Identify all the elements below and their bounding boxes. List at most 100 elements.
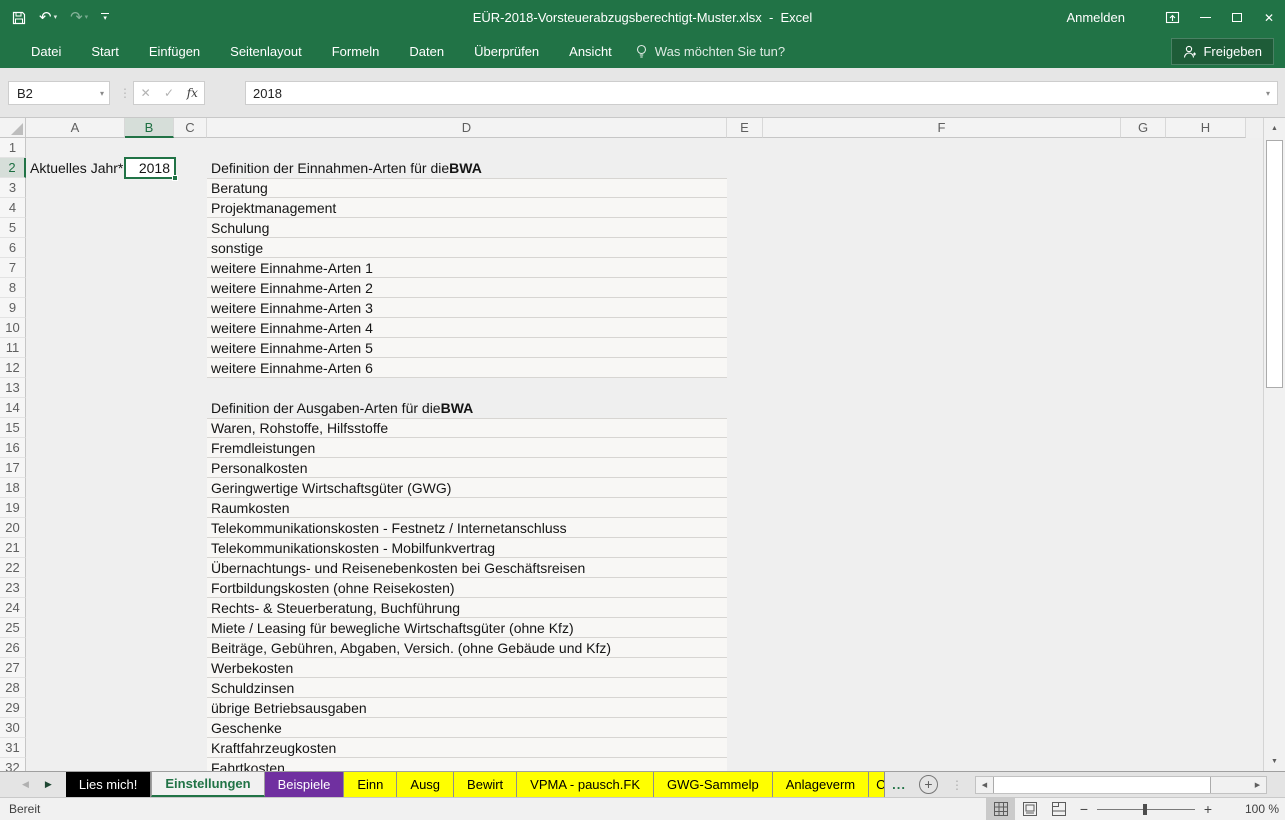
ribbon-tab-start[interactable]: Start xyxy=(76,35,133,68)
row-number-2[interactable]: 2 xyxy=(0,158,26,178)
undo-dropdown-icon[interactable]: ▾ xyxy=(54,14,58,21)
cell-d18[interactable]: Geringwertige Wirtschaftsgüter (GWG) xyxy=(207,478,727,498)
cell-d24[interactable]: Rechts- & Steuerberatung, Buchführung xyxy=(207,598,727,618)
row-number-9[interactable]: 9 xyxy=(0,298,26,318)
close-button[interactable]: ✕ xyxy=(1253,0,1285,35)
horizontal-scrollbar[interactable]: ◀ ▶ xyxy=(975,776,1267,794)
scroll-up-icon[interactable]: ▲ xyxy=(1264,119,1285,137)
sheet-tab-einstellungen[interactable]: Einstellungen xyxy=(151,772,264,797)
cell-d32[interactable]: Fahrtkosten xyxy=(207,758,727,771)
cell-d30[interactable]: Geschenke xyxy=(207,718,727,738)
column-header-b[interactable]: B xyxy=(125,118,174,138)
row-number-17[interactable]: 17 xyxy=(0,458,26,478)
cell-d20[interactable]: Telekommunikationskosten - Festnetz / In… xyxy=(207,518,727,538)
share-button[interactable]: Freigeben xyxy=(1171,38,1274,65)
zoom-in-button[interactable]: + xyxy=(1197,801,1219,817)
page-layout-view-icon[interactable] xyxy=(1015,798,1044,820)
cell-d16[interactable]: Fremdleistungen xyxy=(207,438,727,458)
name-box-dropdown-icon[interactable]: ▾ xyxy=(100,89,104,98)
row-number-21[interactable]: 21 xyxy=(0,538,26,558)
column-header-g[interactable]: G xyxy=(1121,118,1166,138)
cell-d14-heading[interactable]: Definition der Ausgaben-Arten für die BW… xyxy=(207,398,727,418)
cell-d19[interactable]: Raumkosten xyxy=(207,498,727,518)
column-header-a[interactable]: A xyxy=(26,118,125,138)
row-number-12[interactable]: 12 xyxy=(0,358,26,378)
zoom-slider[interactable] xyxy=(1097,809,1195,810)
worksheet-grid[interactable]: 1234567891011121314151617181920212223242… xyxy=(0,138,1263,771)
sheet-tab-bewirt[interactable]: Bewirt xyxy=(454,772,517,797)
horizontal-scroll-thumb[interactable] xyxy=(993,777,1211,793)
cell-d11[interactable]: weitere Einnahme-Arten 5 xyxy=(207,338,727,358)
zoom-level[interactable]: 100 % xyxy=(1227,802,1279,816)
sheet-tab-ausg[interactable]: Ausg xyxy=(397,772,454,797)
cell-d7[interactable]: weitere Einnahme-Arten 1 xyxy=(207,258,727,278)
cell-d9[interactable]: weitere Einnahme-Arten 3 xyxy=(207,298,727,318)
expand-formula-bar-icon[interactable]: ▾ xyxy=(1266,89,1270,98)
cancel-entry-icon[interactable]: ✕ xyxy=(134,86,157,100)
cell-d27[interactable]: Werbekosten xyxy=(207,658,727,678)
ribbon-tab-datei[interactable]: Datei xyxy=(16,35,76,68)
ribbon-tab-formeln[interactable]: Formeln xyxy=(317,35,395,68)
new-sheet-button[interactable]: + xyxy=(919,775,938,794)
row-number-26[interactable]: 26 xyxy=(0,638,26,658)
row-number-3[interactable]: 3 xyxy=(0,178,26,198)
row-number-29[interactable]: 29 xyxy=(0,698,26,718)
row-number-11[interactable]: 11 xyxy=(0,338,26,358)
row-number-24[interactable]: 24 xyxy=(0,598,26,618)
cell-d31[interactable]: Kraftfahrzeugkosten xyxy=(207,738,727,758)
row-number-14[interactable]: 14 xyxy=(0,398,26,418)
formula-input[interactable]: 2018 ▾ xyxy=(245,81,1278,105)
page-break-view-icon[interactable] xyxy=(1044,798,1073,820)
maximize-button[interactable] xyxy=(1221,0,1253,35)
row-number-7[interactable]: 7 xyxy=(0,258,26,278)
row-number-20[interactable]: 20 xyxy=(0,518,26,538)
row-number-22[interactable]: 22 xyxy=(0,558,26,578)
cell-d4[interactable]: Projektmanagement xyxy=(207,198,727,218)
ribbon-tab-ansicht[interactable]: Ansicht xyxy=(554,35,627,68)
row-number-10[interactable]: 10 xyxy=(0,318,26,338)
tell-me-box[interactable]: Was möchten Sie tun? xyxy=(635,44,785,59)
previous-sheet-icon[interactable]: ◀ xyxy=(22,779,29,790)
fill-handle[interactable] xyxy=(172,175,178,181)
column-header-f[interactable]: F xyxy=(763,118,1121,138)
row-number-4[interactable]: 4 xyxy=(0,198,26,218)
sheet-tab-anlageverm[interactable]: Anlageverm xyxy=(773,772,869,797)
next-sheet-icon[interactable]: ▶ xyxy=(45,779,52,790)
sheet-tab-einn[interactable]: Einn xyxy=(344,772,397,797)
row-number-28[interactable]: 28 xyxy=(0,678,26,698)
redo-dropdown-icon[interactable]: ▾ xyxy=(85,14,89,21)
cell-d10[interactable]: weitere Einnahme-Arten 4 xyxy=(207,318,727,338)
sheet-tab-lies-mich[interactable]: Lies mich! xyxy=(66,772,152,797)
row-number-30[interactable]: 30 xyxy=(0,718,26,738)
cell-d6[interactable]: sonstige xyxy=(207,238,727,258)
column-header-d[interactable]: D xyxy=(207,118,727,138)
row-number-32[interactable]: 32 xyxy=(0,758,26,771)
row-number-1[interactable]: 1 xyxy=(0,138,26,158)
name-box[interactable]: B2 ▾ xyxy=(8,81,110,105)
row-number-6[interactable]: 6 xyxy=(0,238,26,258)
cell-d25[interactable]: Miete / Leasing für bewegliche Wirtschaf… xyxy=(207,618,727,638)
customize-qat-button[interactable]: ▾ xyxy=(101,13,109,22)
sheet-tab-c[interactable]: C xyxy=(869,772,885,797)
row-number-13[interactable]: 13 xyxy=(0,378,26,398)
row-number-23[interactable]: 23 xyxy=(0,578,26,598)
insert-function-icon[interactable]: fx xyxy=(181,86,204,100)
cell-d8[interactable]: weitere Einnahme-Arten 2 xyxy=(207,278,727,298)
cell-d3[interactable]: Beratung xyxy=(207,178,727,198)
row-number-15[interactable]: 15 xyxy=(0,418,26,438)
row-number-25[interactable]: 25 xyxy=(0,618,26,638)
cell-d17[interactable]: Personalkosten xyxy=(207,458,727,478)
scroll-left-icon[interactable]: ◀ xyxy=(976,777,993,793)
cell-d22[interactable]: Übernachtungs- und Reisenebenkosten bei … xyxy=(207,558,727,578)
cell-d28[interactable]: Schuldzinsen xyxy=(207,678,727,698)
zoom-out-button[interactable]: − xyxy=(1073,801,1095,817)
cell-d23[interactable]: Fortbildungskosten (ohne Reisekosten) xyxy=(207,578,727,598)
cell-d29[interactable]: übrige Betriebsausgaben xyxy=(207,698,727,718)
select-all-button[interactable] xyxy=(0,118,26,138)
ribbon-tab-daten[interactable]: Daten xyxy=(394,35,459,68)
column-header-c[interactable]: C xyxy=(174,118,207,138)
cell-d2-heading[interactable]: Definition der Einnahmen-Arten für die B… xyxy=(207,158,727,178)
sign-in-button[interactable]: Anmelden xyxy=(1066,10,1125,25)
cell-d5[interactable]: Schulung xyxy=(207,218,727,238)
more-sheets-indicator[interactable]: ... xyxy=(885,772,913,797)
